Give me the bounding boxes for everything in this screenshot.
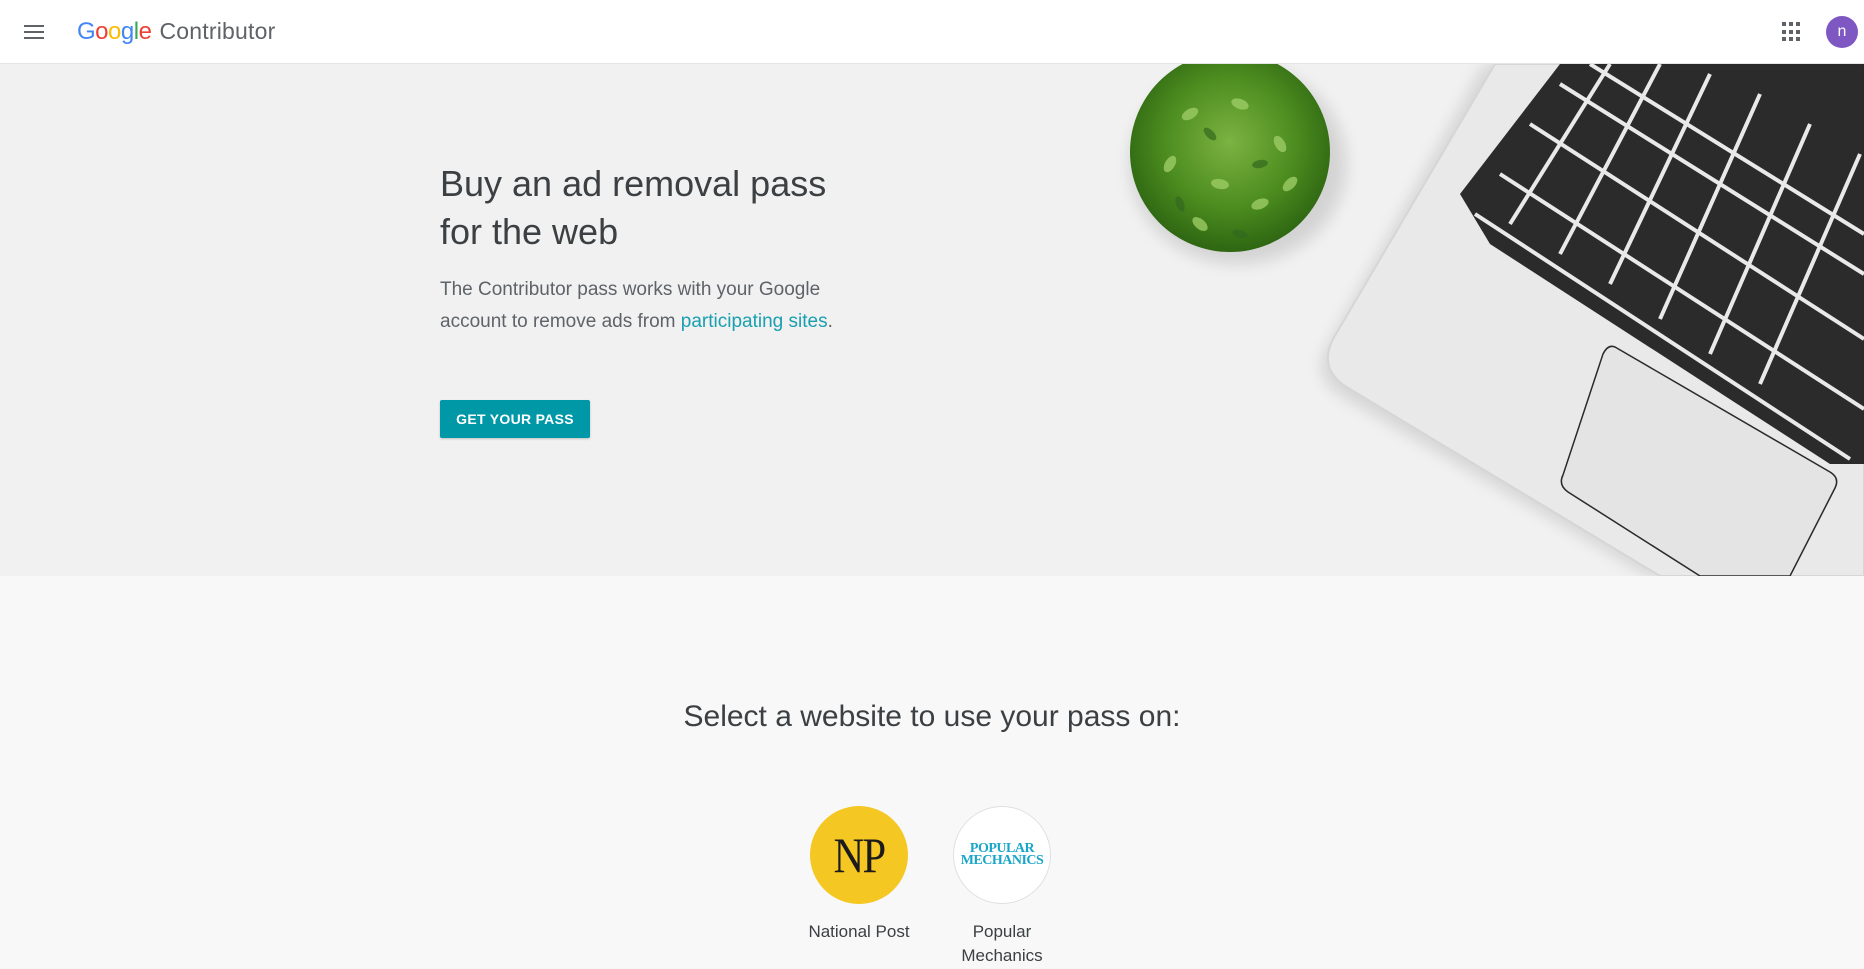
laptop-plant-illustration: [1130, 64, 1864, 576]
apps-grid-icon[interactable]: [1782, 22, 1802, 42]
hero-section: Buy an ad removal pass for the web The C…: [0, 64, 1864, 576]
national-post-logo[interactable]: NP: [810, 806, 908, 904]
sites-heading: Select a website to use your pass on:: [683, 700, 1181, 733]
laptop-icon: [1322, 64, 1864, 576]
top-app-bar: Google Contributor n: [0, 0, 1864, 64]
product-name: Contributor: [159, 18, 276, 44]
popular-mechanics-logo-line2: MECHANICS: [960, 853, 1044, 868]
site-name: National Post: [808, 922, 910, 941]
hamburger-menu-icon[interactable]: [18, 20, 50, 44]
google-contributor-logo[interactable]: Google Contributor: [77, 18, 275, 46]
google-logo: Google: [77, 18, 152, 45]
national-post-logo-text: NP: [833, 827, 887, 883]
popular-mechanics-logo[interactable]: POPULAR MECHANICS: [953, 806, 1051, 904]
account-avatar[interactable]: n: [1826, 16, 1858, 48]
site-card-popular-mechanics[interactable]: POPULAR MECHANICS Popular Mechanics: [942, 806, 1062, 968]
participating-sites-link[interactable]: participating sites: [681, 311, 828, 332]
plant-icon: [1130, 64, 1346, 264]
hero-description-end: .: [827, 311, 833, 332]
hero-title: Buy an ad removal pass for the web: [440, 163, 827, 252]
site-card-national-post[interactable]: NP National Post: [799, 806, 919, 944]
get-your-pass-button[interactable]: GET YOUR PASS: [440, 400, 590, 438]
site-name: Popular Mechanics: [961, 922, 1043, 965]
hero-description: The Contributor pass works with your Goo…: [440, 274, 850, 338]
